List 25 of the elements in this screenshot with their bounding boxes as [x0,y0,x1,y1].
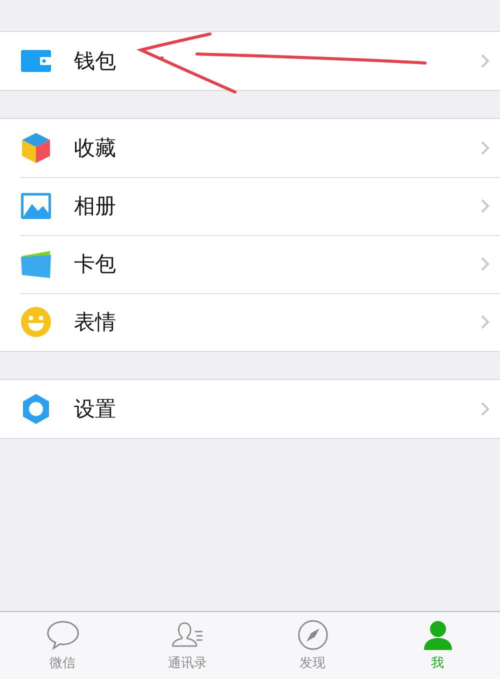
cards-icon [20,248,52,280]
chat-bubble-icon [46,619,80,651]
smiley-icon [20,306,52,338]
chevron-icon [480,314,490,330]
chevron-icon [480,198,490,214]
chevron-icon [480,256,490,272]
chevron-icon [480,140,490,156]
menu-label: 钱包 [74,48,117,75]
menu-label: 表情 [74,309,117,336]
menu-row[interactable]: 相册 [0,177,500,235]
cube-icon [20,132,52,164]
chevron-icon [480,53,490,69]
compass-icon [296,619,330,651]
menu-label: 相册 [74,193,117,220]
menu-label: 设置 [74,396,117,423]
menu-row[interactable]: 表情 [0,293,500,351]
menu-label: 卡包 [74,251,117,278]
menu-row[interactable]: 卡包 [0,235,500,293]
menu-row[interactable]: 钱包 [0,32,500,90]
picture-icon [20,190,52,222]
settings-icon [20,393,52,425]
menu-row[interactable]: 收藏 [0,119,500,177]
chevron-icon [480,401,490,417]
menu-row[interactable]: 设置 [0,380,500,438]
menu-label: 收藏 [74,135,117,162]
